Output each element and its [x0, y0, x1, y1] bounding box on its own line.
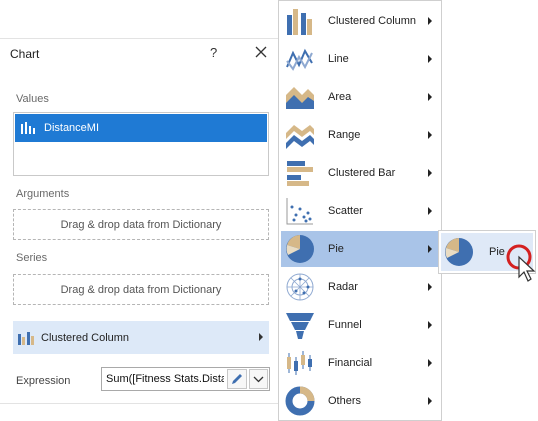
chart-type-label: Clustered Column	[41, 331, 130, 344]
chevron-right-icon	[259, 333, 263, 341]
pie-chart-icon	[286, 235, 314, 263]
donut-chart-icon	[285, 386, 315, 416]
submenu-item-label: Pie	[489, 246, 505, 258]
clustered-column-icon	[18, 331, 34, 345]
column-chart-icon	[21, 122, 35, 134]
scatter-chart-icon	[286, 198, 313, 225]
area-chart-icon	[286, 87, 314, 109]
menu-item-clustered-column[interactable]: Clustered Column	[281, 3, 439, 39]
series-dropzone[interactable]: Drag & drop data from Dictionary	[13, 274, 269, 305]
close-icon[interactable]	[254, 45, 268, 59]
menu-item-label: Others	[328, 395, 362, 407]
menu-item-label: Area	[328, 91, 352, 103]
series-label: Series	[16, 252, 48, 264]
menu-item-label: Line	[328, 53, 349, 65]
expression-label: Expression	[16, 375, 71, 387]
values-list[interactable]: DistanceMI	[13, 112, 269, 176]
menu-item-pie[interactable]: Pie	[281, 231, 439, 267]
menu-item-financial[interactable]: Financial	[281, 345, 439, 381]
menu-item-label: Clustered Bar	[328, 167, 396, 179]
menu-item-funnel[interactable]: Funnel	[281, 307, 439, 343]
expression-value: Sum([Fitness Stats.Distar	[106, 373, 224, 385]
chevron-right-icon	[428, 245, 432, 253]
menu-item-label: Scatter	[328, 205, 363, 217]
expression-dropdown-button[interactable]	[249, 369, 268, 389]
clustered-column-icon	[287, 9, 312, 35]
menu-item-clustered-bar[interactable]: Clustered Bar	[281, 155, 439, 191]
financial-chart-icon	[287, 351, 312, 375]
expression-field[interactable]: Sum([Fitness Stats.Distar	[101, 367, 270, 391]
pie-chart-icon	[445, 238, 473, 266]
edit-expression-button[interactable]	[227, 369, 247, 389]
panel-title: Chart	[10, 47, 40, 61]
menu-item-radar[interactable]: Radar	[281, 269, 439, 305]
chart-type-menu: Clustered Column Line Area Range Cluster…	[278, 0, 442, 421]
funnel-chart-icon	[286, 313, 314, 339]
chevron-right-icon	[428, 169, 432, 177]
menu-item-label: Range	[328, 129, 361, 141]
pencil-icon	[232, 374, 242, 384]
chevron-right-icon	[428, 93, 432, 101]
menu-item-line[interactable]: Line	[281, 41, 439, 77]
help-button[interactable]: ?	[210, 45, 217, 60]
chevron-right-icon	[428, 17, 432, 25]
menu-item-label: Radar	[328, 281, 358, 293]
menu-item-label: Funnel	[328, 319, 362, 331]
arguments-dropzone[interactable]: Drag & drop data from Dictionary	[13, 209, 269, 240]
clustered-bar-icon	[287, 161, 313, 186]
chevron-right-icon	[428, 359, 432, 367]
values-label: Values	[16, 93, 49, 105]
chevron-right-icon	[428, 283, 432, 291]
menu-item-label: Clustered Column	[328, 15, 417, 27]
chart-panel: Chart ? Values DistanceMI Arguments Drag…	[0, 38, 282, 404]
chevron-right-icon	[428, 131, 432, 139]
range-chart-icon	[286, 125, 314, 149]
chevron-down-icon	[253, 376, 264, 383]
line-chart-icon	[286, 48, 313, 71]
menu-item-scatter[interactable]: Scatter	[281, 193, 439, 229]
mouse-cursor-icon	[506, 244, 536, 282]
chevron-right-icon	[428, 55, 432, 63]
value-item-distance[interactable]: DistanceMI	[15, 114, 267, 142]
menu-item-area[interactable]: Area	[281, 79, 439, 115]
chevron-right-icon	[428, 207, 432, 215]
menu-item-others[interactable]: Others	[281, 383, 439, 419]
radar-chart-icon	[286, 273, 314, 301]
chart-type-selector[interactable]: Clustered Column	[13, 321, 269, 354]
menu-item-label: Financial	[328, 357, 373, 369]
arguments-label: Arguments	[16, 188, 70, 200]
value-item-label: DistanceMI	[44, 122, 100, 134]
menu-item-range[interactable]: Range	[281, 117, 439, 153]
menu-item-label: Pie	[328, 243, 344, 255]
chevron-right-icon	[428, 321, 432, 329]
chevron-right-icon	[428, 397, 432, 405]
